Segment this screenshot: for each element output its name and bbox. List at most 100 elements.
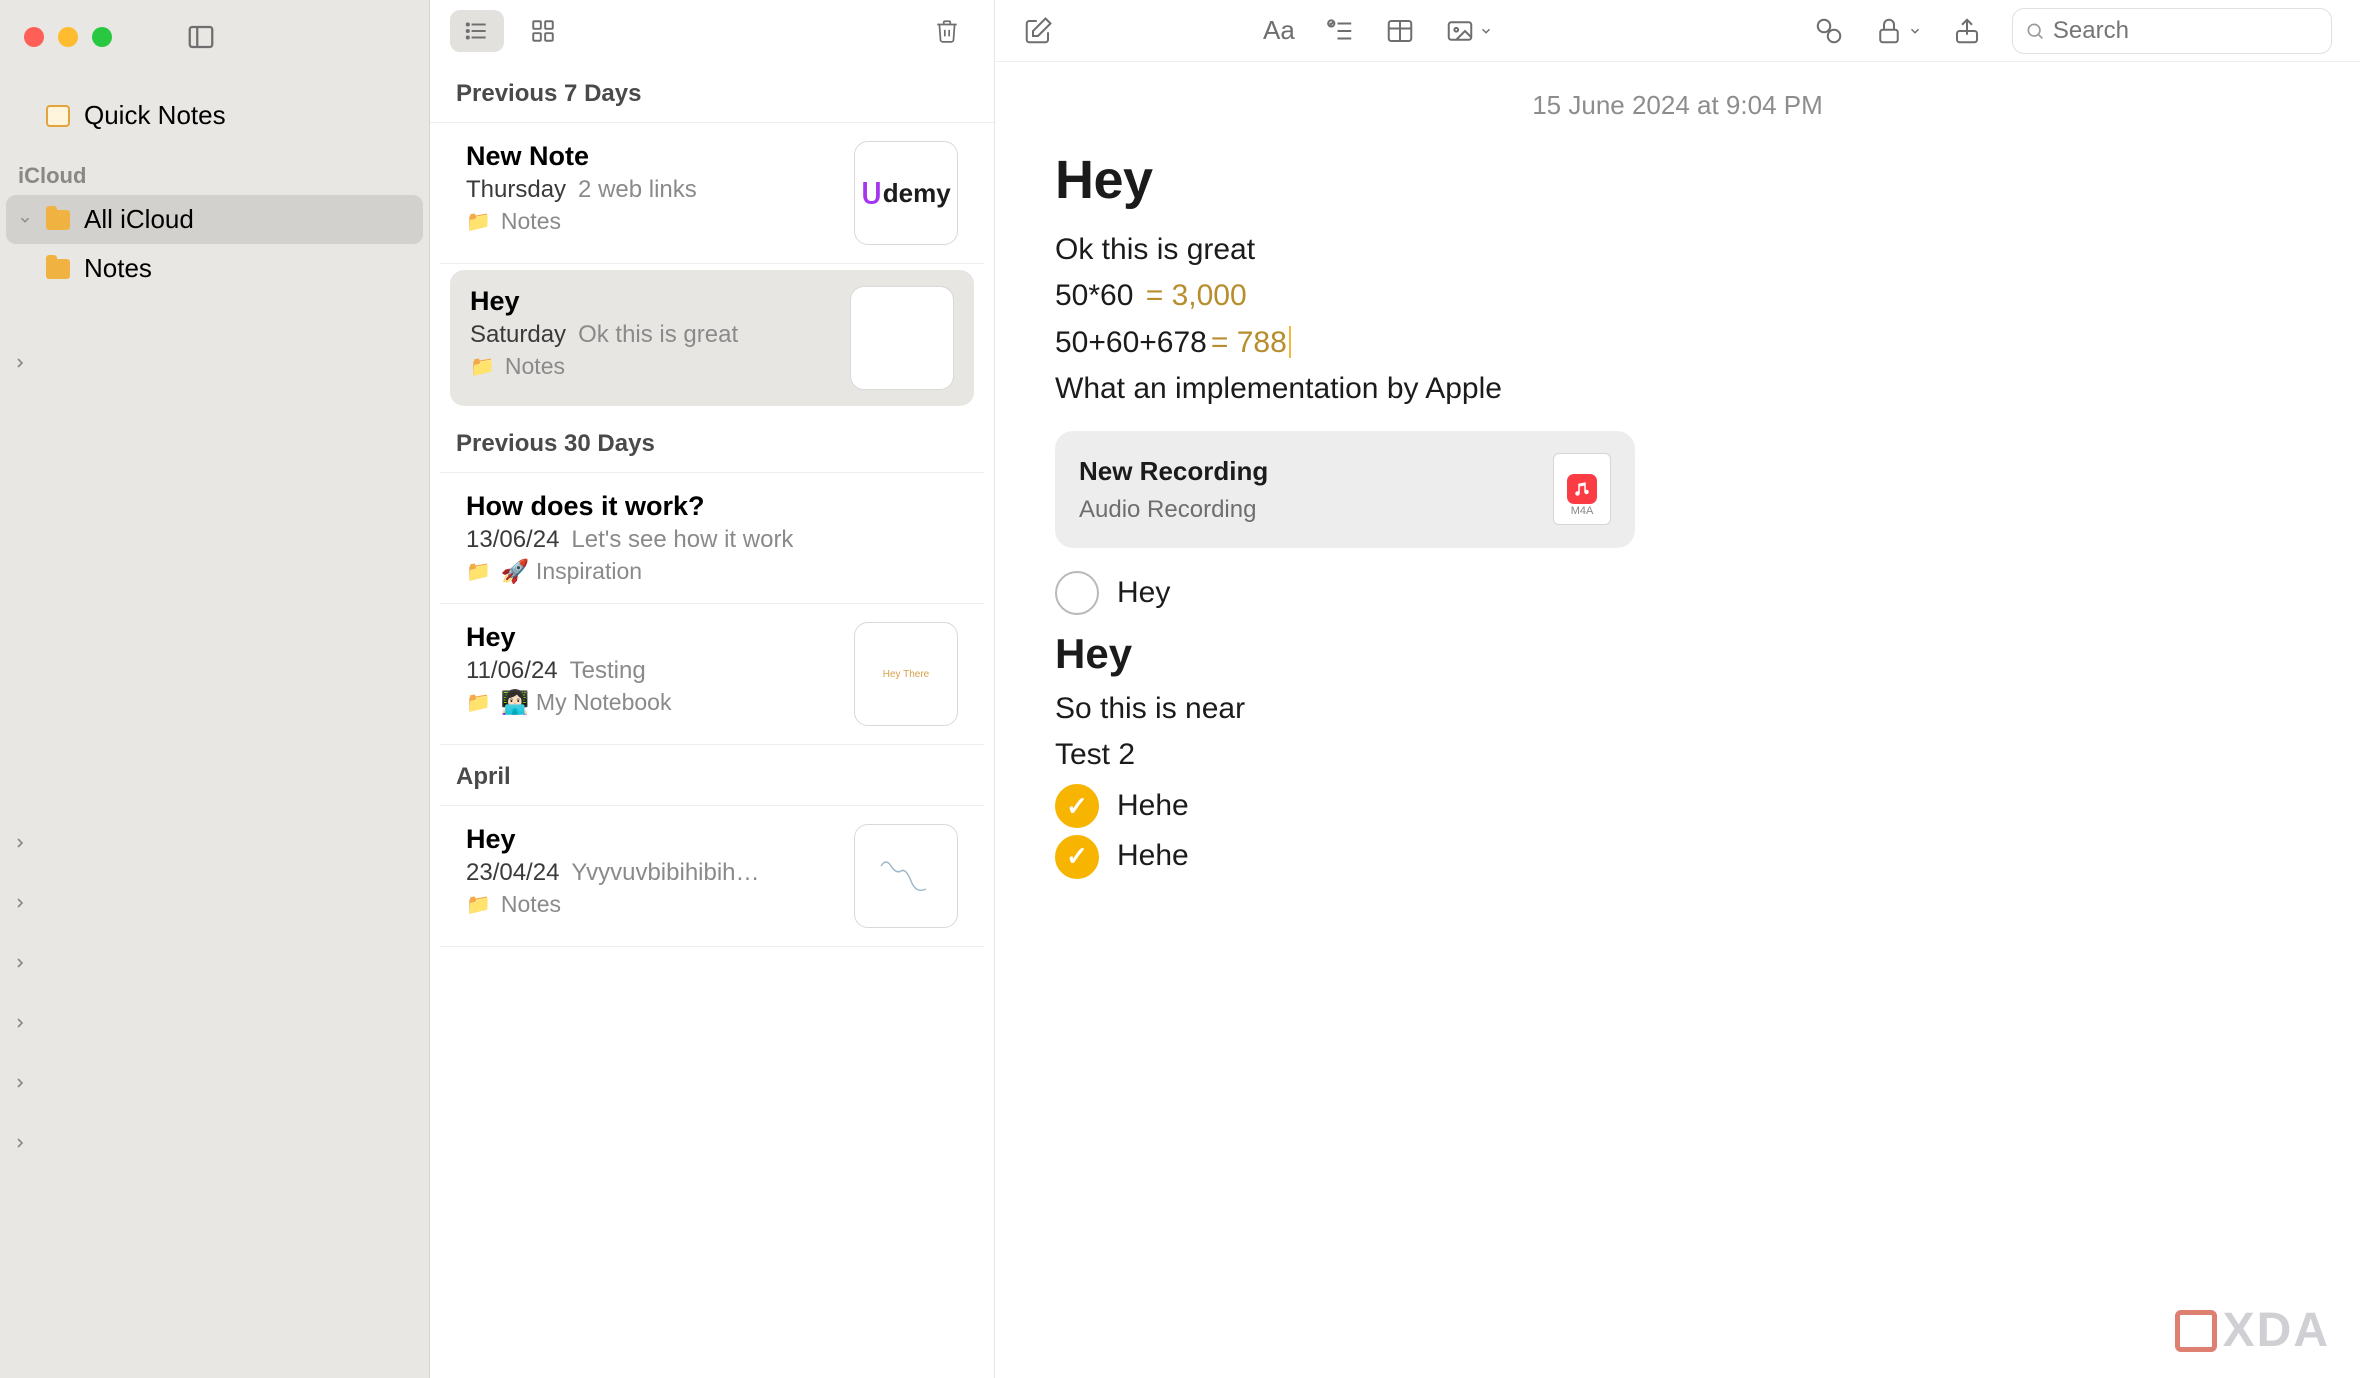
note-title-heading: Hey (1055, 139, 2300, 223)
new-note-button[interactable] (1023, 16, 1053, 46)
quick-notes-icon (46, 105, 70, 127)
list-view-button[interactable] (450, 10, 504, 52)
note-item-folder: Notes (501, 208, 561, 235)
checklist-text: Hehe (1117, 783, 1189, 830)
media-button[interactable] (1445, 15, 1493, 46)
xda-logo-icon (2175, 1310, 2217, 1352)
note-line: What an implementation by Apple (1055, 366, 2300, 413)
check-circle-checked[interactable] (1055, 784, 1099, 828)
check-circle-checked[interactable] (1055, 835, 1099, 879)
sidebar-item-all-icloud[interactable]: All iCloud (6, 195, 423, 244)
list-toolbar (430, 0, 994, 62)
checklist-text: Hey (1117, 570, 1170, 617)
note-item-folder: 👩🏻‍💻 My Notebook (501, 689, 672, 716)
check-circle-unchecked[interactable] (1055, 571, 1099, 615)
note-calc-line: 50+60+678= 788 (1055, 320, 2300, 367)
note-item-date: 13/06/24 (466, 526, 559, 554)
sidebar-item-notes[interactable]: Notes (6, 244, 423, 293)
folder-icon: 📁 (470, 354, 495, 379)
quick-notes-label: Quick Notes (84, 100, 226, 131)
collapsed-folder[interactable] (0, 933, 429, 993)
note-item-date: 23/04/24 (466, 859, 559, 887)
calc-result: = 3,000 (1142, 279, 1247, 312)
folder-icon: 📁 (466, 690, 491, 715)
music-icon (1567, 474, 1597, 504)
sidebar: Quick Notes iCloud All iCloud Notes (0, 0, 430, 1378)
note-subheading: Hey (1055, 621, 2300, 686)
note-item-folder: Notes (505, 353, 565, 380)
folder-icon: 📁 (466, 209, 491, 234)
note-item-title: Hey (466, 622, 836, 653)
format-text-button[interactable]: Aa (1263, 15, 1295, 46)
toggle-sidebar-button[interactable] (186, 22, 216, 52)
chevron-down-icon (18, 213, 32, 227)
link-note-button[interactable] (1814, 16, 1844, 46)
note-item-preview: 2 web links (578, 176, 697, 204)
list-section-header: Previous 30 Days (430, 412, 994, 472)
collapsed-folder[interactable] (0, 993, 429, 1053)
attachment-file-icon: M4A (1553, 453, 1611, 525)
folder-icon: 📁 (466, 559, 491, 584)
attachment-extension: M4A (1571, 503, 1594, 520)
sidebar-section-icloud[interactable]: iCloud (0, 145, 429, 195)
note-item-date: Thursday (466, 176, 566, 204)
checklist-item[interactable]: Hey (1055, 570, 2300, 617)
audio-attachment[interactable]: New Recording Audio Recording M4A (1055, 431, 1635, 548)
sidebar-item-label: Notes (84, 253, 152, 284)
gallery-view-button[interactable] (516, 10, 570, 52)
note-item-preview: Testing (570, 657, 646, 685)
note-thumbnail: Hey There (854, 622, 958, 726)
chevron-down-icon (1908, 24, 1922, 38)
note-item-title: Hey (470, 286, 832, 317)
checklist-text: Hehe (1117, 833, 1189, 880)
note-item-preview: Let's see how it work (571, 526, 793, 554)
calc-result: = 788 (1207, 326, 1287, 359)
note-modified-date: 15 June 2024 at 9:04 PM (995, 62, 2360, 131)
note-list-item[interactable]: Hey 11/06/24 Testing 📁 👩🏻‍💻 My Notebook He… (440, 604, 984, 745)
collapsed-folder[interactable] (0, 1113, 429, 1173)
collapsed-folders (0, 293, 429, 1173)
search-icon (2025, 20, 2045, 42)
share-button[interactable] (1952, 16, 1982, 46)
note-item-preview: Ok this is great (578, 321, 738, 349)
notes-list-pane: Previous 7 Days New Note Thursday2 web l… (430, 0, 995, 1378)
note-line: Ok this is great (1055, 227, 2300, 274)
list-section-header: April (430, 745, 994, 805)
collapsed-folder[interactable] (0, 873, 429, 933)
quick-notes-folder[interactable]: Quick Notes (6, 90, 423, 141)
collapsed-folder[interactable] (0, 1053, 429, 1113)
attachment-subtitle: Audio Recording (1079, 491, 1533, 528)
close-window[interactable] (24, 27, 44, 47)
editor-toolbar: Aa (995, 0, 2360, 62)
minimize-window[interactable] (58, 27, 78, 47)
note-item-folder: Notes (501, 891, 561, 918)
checklist-item[interactable]: Hehe (1055, 783, 2300, 830)
folder-icon (46, 210, 70, 230)
note-line: So this is near (1055, 686, 2300, 733)
note-list-item[interactable]: New Note Thursday2 web links 📁Notes ᑌdem… (440, 123, 984, 264)
collapsed-folder[interactable] (0, 333, 429, 393)
zoom-window[interactable] (92, 27, 112, 47)
note-item-date: 11/06/24 (466, 657, 558, 685)
delete-note-button[interactable] (920, 10, 974, 52)
note-editor-pane: Aa (995, 0, 2360, 1378)
note-body[interactable]: Hey Ok this is great 50*60 = 3,000 50+60… (995, 131, 2360, 924)
search-input[interactable] (2053, 17, 2319, 45)
note-list-item[interactable]: Hey 23/04/24 Yvyvuvbibihibih… 📁 Notes (440, 805, 984, 947)
checklist-item[interactable]: Hehe (1055, 833, 2300, 880)
note-calc-line: 50*60 = 3,000 (1055, 273, 2300, 320)
note-list-item[interactable]: How does it work? 13/06/24Let's see how … (440, 472, 984, 604)
collapsed-folder[interactable] (0, 813, 429, 873)
note-item-date: Saturday (470, 321, 566, 349)
search-field[interactable] (2012, 8, 2332, 54)
text-cursor (1289, 326, 1291, 358)
note-thumbnail: ᑌdemy (854, 141, 958, 245)
table-button[interactable] (1385, 15, 1415, 46)
note-item-title: Hey (466, 824, 836, 855)
sidebar-item-label: All iCloud (84, 204, 194, 235)
note-item-preview: Yvyvuvbibihibih… (571, 859, 759, 887)
folder-icon: 📁 (466, 892, 491, 917)
note-list-item[interactable]: Hey Saturday Ok this is great 📁 Notes (450, 270, 974, 406)
checklist-button[interactable] (1325, 15, 1355, 46)
lock-note-button[interactable] (1874, 16, 1922, 46)
